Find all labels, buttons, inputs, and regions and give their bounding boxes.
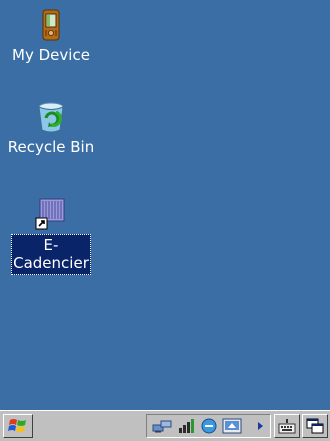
browser-icon[interactable] [199, 417, 219, 435]
switch-windows-icon [306, 418, 324, 434]
signal-icon[interactable] [177, 417, 197, 435]
desktop: My Device Recycle Bin E- Cadencier [0, 0, 330, 410]
my-device-shortcut[interactable]: My Device [3, 8, 99, 64]
notification-tray [146, 414, 271, 438]
connection-icon[interactable] [221, 417, 243, 435]
pda-icon [34, 8, 68, 42]
recycle-bin-label: Recycle Bin [7, 138, 95, 156]
e-cadencier-label-line2: Cadencier [13, 254, 89, 272]
keyboard-icon [278, 419, 296, 434]
tray-expand-arrow-icon[interactable] [257, 421, 265, 431]
keyboard-button[interactable] [274, 414, 300, 438]
recycle-bin-shortcut[interactable]: Recycle Bin [3, 100, 99, 156]
e-cadencier-shortcut[interactable]: E- Cadencier [3, 196, 99, 275]
taskbar [0, 410, 330, 441]
recycle-bin-icon [34, 100, 68, 134]
windows-flag-icon [8, 419, 26, 432]
e-cadencier-label: E- Cadencier [11, 234, 91, 275]
my-device-label: My Device [12, 46, 90, 64]
network-icon[interactable] [151, 417, 173, 435]
start-button[interactable] [3, 414, 33, 438]
switch-windows-button[interactable] [302, 414, 328, 438]
shortcut-app-icon [34, 196, 68, 230]
e-cadencier-label-line1: E- [43, 236, 59, 254]
